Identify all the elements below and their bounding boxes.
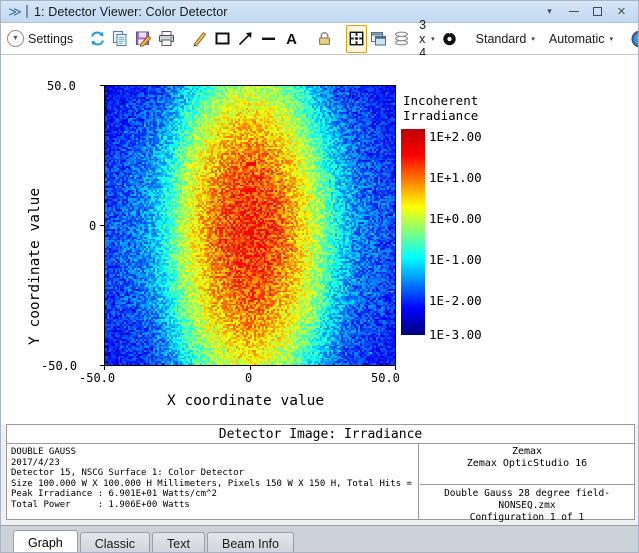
copy-icon[interactable] (109, 26, 132, 52)
y-tick-bottom: -50.0 (41, 359, 78, 373)
colorbar-label-5: 1E-3.00 (429, 327, 482, 342)
colorbar-gradient (401, 129, 425, 335)
rotate-icon[interactable] (438, 26, 461, 52)
style-label: Standard (475, 31, 527, 46)
fit-window-icon[interactable] (346, 24, 368, 53)
colorbar-title-line2: Irradiance (403, 108, 479, 123)
settings-label: Settings (28, 31, 74, 46)
title-divider (26, 5, 28, 18)
x-tick-right: 50.0 (371, 371, 400, 385)
grid-size-label: 3 x 4 (419, 17, 427, 60)
vendor-product: Zemax OpticStudio 16 (466, 458, 588, 469)
x-tick-left: -50.0 (79, 371, 116, 385)
tab-strip: Graph Classic Text Beam Info (1, 525, 638, 552)
render-label: Automatic (548, 31, 605, 46)
text-icon[interactable]: A (280, 26, 303, 52)
settings-button[interactable]: ▼ Settings (5, 30, 76, 47)
detector-viewer-icon: ≫ (8, 4, 22, 19)
print-icon[interactable] (155, 26, 178, 52)
help-icon[interactable]: ? (628, 26, 638, 52)
x-tick-mark (104, 366, 105, 370)
irradiance-heatmap[interactable] (105, 86, 395, 365)
y-tick-top: 50.0 (47, 79, 76, 93)
x-tick-mark (250, 366, 251, 370)
title-bar: ≫ 1: Detector Viewer: Color Detector ▾ ✕ (1, 1, 638, 23)
chevron-down-icon: ▾ (531, 35, 535, 43)
y-tick-mark (100, 365, 104, 366)
y-tick-mark (100, 225, 104, 226)
tab-graph[interactable]: Graph (13, 530, 78, 552)
y-tick-mark (100, 85, 104, 86)
file-block: Double Gauss 28 degree field-NONSEQ.zmx … (420, 485, 634, 524)
grid-size-dropdown[interactable]: 3 x 4 ▾ (413, 18, 437, 60)
layers-icon[interactable] (390, 26, 413, 52)
y-axis-title: Y coordinate value (27, 187, 43, 345)
colorbar-label-0: 1E+2.00 (429, 129, 482, 144)
info-panel: Detector Image: Irradiance DOUBLE GAUSS … (6, 424, 635, 523)
colorbar-label-1: 1E+1.00 (429, 170, 482, 185)
maximize-icon[interactable] (587, 3, 608, 21)
window-title: 1: Detector Viewer: Color Detector (34, 4, 228, 19)
detector-viewer-window: ≫ 1: Detector Viewer: Color Detector ▾ ✕… (0, 0, 639, 553)
chevron-down-icon: ▾ (609, 35, 613, 43)
lock-icon[interactable] (313, 26, 336, 52)
save-icon[interactable] (132, 26, 155, 52)
tab-beam-info[interactable]: Beam Info (206, 532, 294, 552)
window-controls: ▾ ✕ (536, 3, 632, 21)
file-name: Double Gauss 28 degree field-NONSEQ.zmx (444, 488, 610, 511)
chevron-down-icon: ▼ (7, 30, 24, 47)
info-panel-title: Detector Image: Irradiance (7, 425, 634, 444)
tab-text[interactable]: Text (152, 532, 205, 552)
render-dropdown[interactable]: Automatic ▾ (544, 26, 616, 52)
y-tick-mid: 0 (89, 219, 97, 233)
refresh-icon[interactable] (86, 26, 109, 52)
plot-area: 50.0 0 -50.0 -50.0 0 50.0 X coordinate v… (1, 55, 638, 424)
x-tick-mid: 0 (245, 371, 253, 385)
arrow-icon[interactable] (234, 26, 257, 52)
colorbar-title-line1: Incoherent (403, 93, 479, 108)
vendor-block: Zemax Zemax OpticStudio 16 (420, 444, 634, 485)
toolbar: ▼ Settings A 3 x 4 ▾ Standard ▾ Automati… (1, 18, 638, 60)
configuration-label: Configuration 1 of 1 (469, 512, 585, 523)
minimize-icon[interactable] (563, 3, 584, 21)
style-dropdown[interactable]: Standard ▾ (471, 26, 538, 52)
colorbar-label-3: 1E-1.00 (429, 252, 482, 267)
dash-icon[interactable] (257, 26, 280, 52)
rectangle-icon[interactable] (211, 26, 234, 52)
x-tick-mark (395, 366, 396, 370)
chevron-down-icon: ▾ (431, 35, 435, 43)
pencil-icon[interactable] (188, 26, 211, 52)
clone-window-icon[interactable] (367, 26, 390, 52)
info-panel-right: Zemax Zemax OpticStudio 16 Double Gauss … (420, 444, 634, 523)
close-icon[interactable]: ✕ (611, 3, 632, 21)
detector-summary-text: DOUBLE GAUSS 2017/4/23 Detector 15, NSCG… (7, 444, 419, 520)
colorbar-label-4: 1E-2.00 (429, 293, 482, 308)
vendor-name: Zemax (511, 446, 543, 457)
svg-text:A: A (286, 31, 297, 47)
x-axis-title: X coordinate value (167, 393, 325, 409)
window-menu-button[interactable]: ▾ (539, 3, 560, 21)
colorbar-label-2: 1E+0.00 (429, 211, 482, 226)
tab-classic[interactable]: Classic (79, 532, 151, 552)
